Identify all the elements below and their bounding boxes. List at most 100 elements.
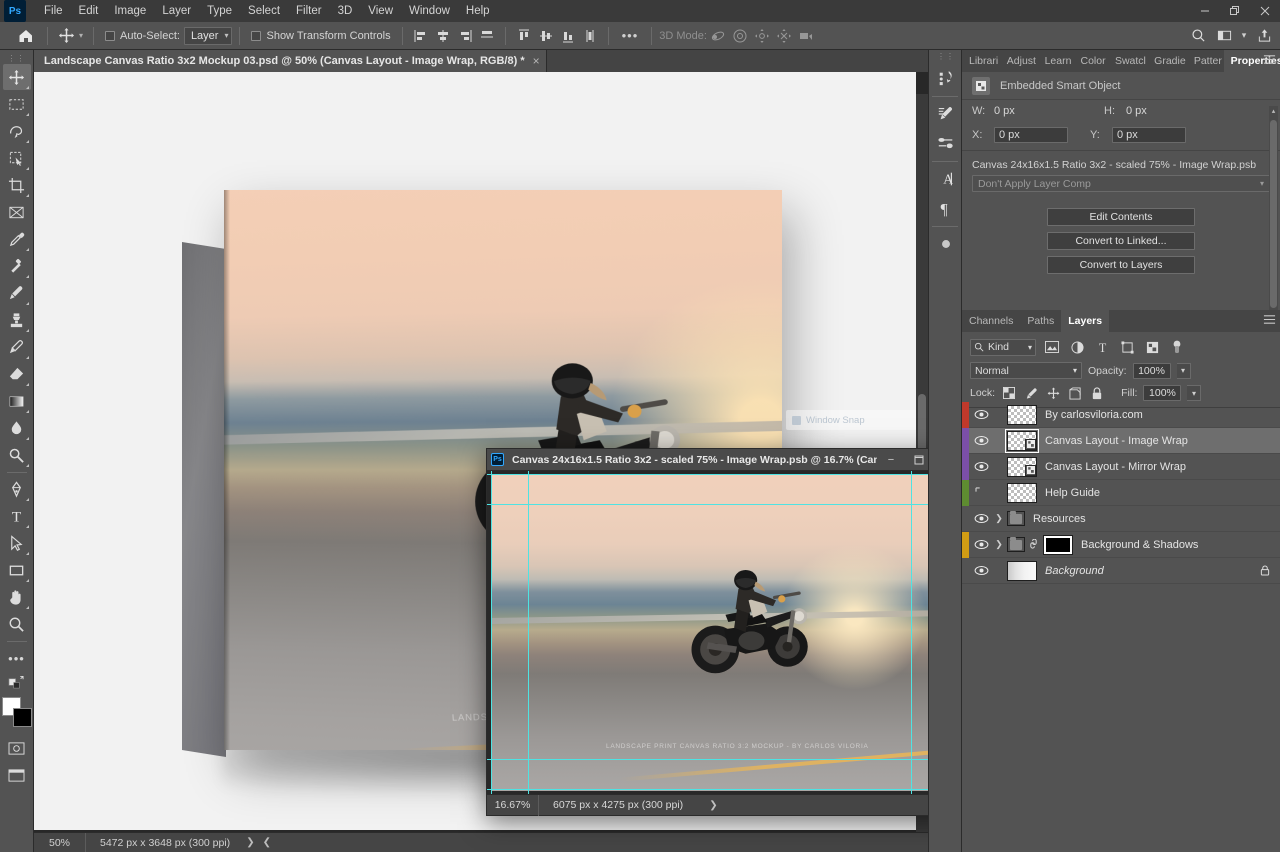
share-icon[interactable] <box>1252 25 1276 47</box>
filter-adjustment-icon[interactable] <box>1068 338 1086 356</box>
slide-3d-icon[interactable] <box>773 25 795 47</box>
opacity-field[interactable]: 100% <box>1133 363 1171 379</box>
layer-name[interactable]: By carlosviloria.com <box>1045 409 1143 421</box>
tool-flyout-indicator[interactable] <box>26 579 29 582</box>
brush-tool[interactable] <box>3 280 31 306</box>
layer-thumbnail[interactable] <box>1007 561 1037 581</box>
guide-vertical[interactable] <box>528 471 529 795</box>
layer-thumbnail[interactable] <box>1007 457 1037 477</box>
y-field[interactable]: 0 px <box>1112 127 1186 143</box>
menu-view[interactable]: View <box>360 0 401 22</box>
filter-type-icon[interactable]: T <box>1093 338 1111 356</box>
history-panel-icon[interactable] <box>929 64 963 94</box>
edit-toolbar-icon[interactable]: ••• <box>3 645 31 671</box>
home-icon[interactable] <box>12 28 40 44</box>
align-horizontal-centers-icon[interactable] <box>432 25 454 47</box>
eraser-tool[interactable] <box>3 361 31 387</box>
guide-horizontal[interactable] <box>487 759 963 760</box>
workspace-icon[interactable] <box>1212 25 1236 47</box>
floating-window-title-bar[interactable]: Ps Canvas 24x16x1.5 Ratio 3x2 - scaled 7… <box>487 449 961 471</box>
dodge-tool[interactable] <box>3 442 31 468</box>
menu-help[interactable]: Help <box>458 0 498 22</box>
toolbar-grip[interactable]: ⋮⋮ <box>8 54 26 62</box>
spot-healing-brush-tool[interactable] <box>3 253 31 279</box>
layer-name[interactable]: Help Guide <box>1045 487 1100 499</box>
table-row[interactable]: By carlosviloria.com <box>962 402 1280 428</box>
tab-libraries[interactable]: Librari <box>962 50 1000 72</box>
move-tool[interactable] <box>3 64 31 90</box>
floating-canvas-viewport[interactable]: LANDSCAPE PRINT CANVAS RATIO 3:2 MOCKUP … <box>487 471 963 795</box>
menu-layer[interactable]: Layer <box>154 0 199 22</box>
lock-icon[interactable] <box>1260 565 1270 576</box>
guide-vertical[interactable] <box>491 471 492 795</box>
move-tool-icon[interactable]: ▾ <box>55 27 86 44</box>
properties-scroll-thumb[interactable] <box>1270 120 1277 308</box>
tool-flyout-indicator[interactable] <box>26 86 29 89</box>
layer-color-label[interactable] <box>962 506 969 532</box>
align-vertical-centers-icon[interactable] <box>535 25 557 47</box>
filter-pixel-icon[interactable] <box>1043 338 1061 356</box>
menu-filter[interactable]: Filter <box>288 0 330 22</box>
lasso-tool[interactable] <box>3 118 31 144</box>
layer-color-label[interactable] <box>962 532 969 558</box>
brush-settings-icon[interactable] <box>929 99 963 129</box>
window-snap-overlay[interactable]: Window Snap <box>786 410 921 430</box>
filter-toggle-icon[interactable] <box>1168 338 1186 356</box>
lock-image-pixels-icon[interactable] <box>1023 385 1039 401</box>
layer-comp-select[interactable]: Don't Apply Layer Comp ▾ <box>972 175 1270 192</box>
background-color-swatch[interactable] <box>13 708 32 727</box>
properties-scrollbar[interactable]: ▴ ▾ <box>1269 106 1278 324</box>
status-expand-icon[interactable]: ❯ <box>230 837 254 848</box>
lock-position-icon[interactable] <box>1045 385 1061 401</box>
zoom-level-field[interactable]: 50% <box>34 833 86 852</box>
type-tool[interactable]: T <box>3 503 31 529</box>
layer-color-label[interactable] <box>962 480 969 506</box>
chevron-down-icon[interactable]: ▾ <box>1238 25 1250 47</box>
floating-minimize-button[interactable]: − <box>877 449 905 471</box>
paragraph-panel-icon[interactable]: ¶ <box>929 194 963 224</box>
tool-flyout-indicator[interactable] <box>26 464 29 467</box>
tool-flyout-indicator[interactable] <box>26 140 29 143</box>
lock-all-icon[interactable] <box>1089 385 1105 401</box>
status-collapse-icon[interactable]: ❮ <box>255 837 271 848</box>
camera-3d-icon[interactable] <box>795 25 817 47</box>
menu-3d[interactable]: 3D <box>330 0 361 22</box>
guide-vertical[interactable] <box>911 471 912 795</box>
object-selection-tool[interactable] <box>3 145 31 171</box>
hand-tool[interactable] <box>3 584 31 610</box>
rail-grip[interactable]: ⋮⋮ <box>937 52 955 61</box>
close-button[interactable] <box>1250 0 1280 22</box>
layer-visibility-icon[interactable] <box>969 558 993 584</box>
layer-mask-thumbnail[interactable] <box>1043 535 1073 555</box>
layer-group-folder-icon[interactable] <box>1007 511 1025 526</box>
guide-horizontal[interactable] <box>487 789 963 790</box>
crop-tool[interactable] <box>3 172 31 198</box>
frame-tool[interactable] <box>3 199 31 225</box>
tool-flyout-indicator[interactable] <box>26 275 29 278</box>
clone-stamp-tool[interactable] <box>3 307 31 333</box>
color-swatches[interactable] <box>2 697 32 727</box>
show-transform-checkbox[interactable] <box>251 31 261 41</box>
gradient-tool[interactable] <box>3 388 31 414</box>
align-left-edges-icon[interactable] <box>410 25 432 47</box>
menu-window[interactable]: Window <box>401 0 458 22</box>
tool-flyout-indicator[interactable] <box>26 437 29 440</box>
layer-visibility-icon[interactable] <box>969 402 993 428</box>
edit-contents-button[interactable]: Edit Contents <box>1047 208 1195 226</box>
layer-color-label[interactable] <box>962 454 969 480</box>
auto-select-scope-dropdown[interactable]: Layer ▾ <box>184 27 233 45</box>
document-tab[interactable]: Landscape Canvas Ratio 3x2 Mockup 03.psd… <box>34 50 547 72</box>
layer-list[interactable]: By carlosviloria.com Canvas Layout - Ima… <box>962 402 1280 852</box>
fill-slider-toggle-icon[interactable]: ▾ <box>1187 385 1201 401</box>
tab-gradients[interactable]: Gradie <box>1147 50 1187 72</box>
tool-flyout-indicator[interactable] <box>26 302 29 305</box>
tool-flyout-indicator[interactable] <box>26 356 29 359</box>
more-options-button[interactable]: ••• <box>616 28 645 43</box>
tab-patterns[interactable]: Patter <box>1187 50 1224 72</box>
layer-name[interactable]: Resources <box>1033 513 1086 525</box>
layer-thumbnail[interactable] <box>1007 405 1037 425</box>
tool-flyout-indicator[interactable] <box>26 113 29 116</box>
align-bottom-edges-icon[interactable] <box>557 25 579 47</box>
layer-name[interactable]: Canvas Layout - Image Wrap <box>1045 435 1188 447</box>
layer-color-label[interactable] <box>962 402 969 428</box>
